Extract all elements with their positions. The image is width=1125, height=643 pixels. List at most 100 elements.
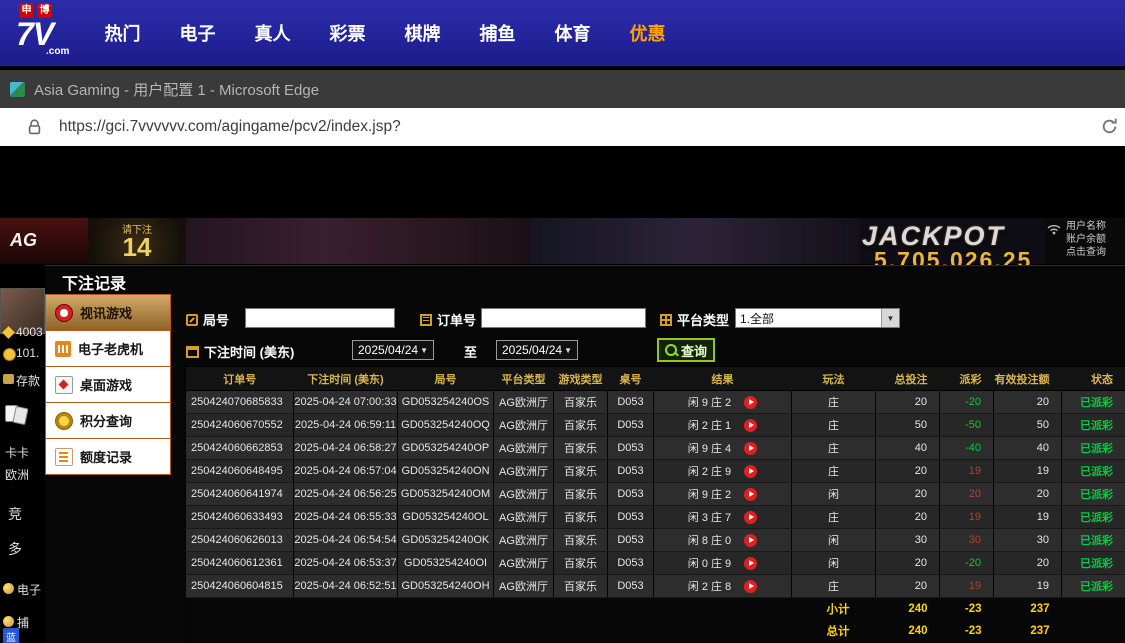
cell-status: 已派彩 (1061, 413, 1125, 437)
cell-total-bet: 20 (875, 459, 940, 483)
replay-button[interactable] (744, 464, 758, 478)
subtotal-valid-bet: 237 (993, 597, 1062, 620)
table-games-icon (55, 375, 73, 394)
table-row: 250424060662853 2025-04-24 06:58:27 GD05… (185, 436, 1125, 460)
column-header: 有效投注额 (993, 366, 1062, 391)
site-logo[interactable]: 申 博 7V .com (16, 3, 88, 63)
nav-item-7[interactable]: 优惠 (610, 20, 685, 46)
cell-valid-bet: 20 (993, 482, 1062, 506)
nav-item-4[interactable]: 棋牌 (385, 20, 460, 46)
result-text: 闲 8 庄 0 (687, 535, 732, 547)
date-to-value: 2025/04/24 (502, 343, 563, 357)
background-menu-fragment[interactable]: 蓝 (3, 628, 19, 643)
background-menu-fragment[interactable]: 电子 (17, 581, 41, 598)
cell-payout: -20 (939, 390, 994, 414)
browser-urlbar[interactable]: https://gci.7vvvvvv.com/agingame/pcv2/in… (0, 108, 1125, 146)
column-header: 平台类型 (493, 366, 554, 391)
cell-status: 已派彩 (1061, 551, 1125, 575)
nav-item-1[interactable]: 电子 (160, 20, 235, 46)
date-from-value: 2025/04/24 (358, 343, 419, 357)
nav-item-0[interactable]: 热门 (85, 20, 160, 46)
nav-item-2[interactable]: 真人 (235, 20, 310, 46)
order-id-label: 订单号 (420, 310, 476, 329)
cell-platform: AG欧洲厅 (493, 390, 554, 414)
background-menu-fragment[interactable]: 竞 (8, 504, 22, 524)
subtotal-label: 小计 (185, 597, 876, 620)
result-text: 闲 9 庄 4 (687, 443, 732, 455)
cell-table-id: D053 (607, 528, 654, 552)
cell-valid-bet: 20 (993, 551, 1062, 575)
replay-button[interactable] (744, 533, 758, 547)
cell-order-id: 250424070685833 (185, 390, 294, 414)
cell-round-id: GD053254240OK (397, 528, 494, 552)
cell-game-type: 百家乐 (553, 482, 608, 506)
magnifier-icon (664, 344, 677, 356)
result-text: 闲 2 庄 9 (687, 466, 732, 478)
replay-button[interactable] (744, 487, 758, 501)
background-menu-fragment[interactable]: 卡卡 (5, 444, 29, 461)
order-id-input[interactable] (481, 308, 646, 328)
cell-result: 闲 9 庄 4 (653, 436, 792, 460)
cell-payout: 30 (939, 528, 994, 552)
cell-play: 庄 (791, 505, 876, 529)
replay-button[interactable] (744, 418, 758, 432)
sidebar-item[interactable]: 积分查询 (46, 403, 170, 439)
table-row: 250424060670552 2025-04-24 06:59:11 GD05… (185, 413, 1125, 437)
cell-order-id: 250424060648495 (185, 459, 294, 483)
background-menu-fragment[interactable]: 多 (8, 539, 22, 559)
sidebar-item[interactable]: 额度记录 (46, 439, 170, 475)
platform-type-select[interactable]: 1.全部 ▼ (735, 308, 900, 328)
user-info: 用户名称 账户余额 点击查询 (1066, 220, 1125, 259)
cell-play: 庄 (791, 413, 876, 437)
ag-logo-panel: AG (0, 218, 88, 264)
cell-bet-time: 2025-04-24 06:56:25 (293, 482, 398, 506)
cell-table-id: D053 (607, 574, 654, 598)
sidebar-item[interactable]: 视讯游戏 (46, 295, 170, 331)
cell-game-type: 百家乐 (553, 436, 608, 460)
modal-sidebar: 视讯游戏 电子老虎机 桌面游戏 积分查询 额度记录 (45, 294, 171, 475)
points-search-icon (55, 411, 73, 430)
cell-order-id: 250424060604815 (185, 574, 294, 598)
game-banner: AG 请下注 14 JACKPOT 5,705,026.25 用户名称 账户余额… (0, 218, 1125, 273)
result-text: 闲 3 庄 7 (687, 512, 732, 524)
date-to-picker[interactable]: 2025/04/24 ▼ (496, 340, 578, 360)
cell-play: 闲 (791, 482, 876, 506)
lock-icon[interactable] (28, 119, 41, 135)
column-header: 游戏类型 (553, 366, 608, 391)
nav-item-6[interactable]: 体育 (535, 20, 610, 46)
cell-status: 已派彩 (1061, 390, 1125, 414)
table-row: 250424060604815 2025-04-24 06:52:51 GD05… (185, 574, 1125, 598)
cell-valid-bet: 40 (993, 436, 1062, 460)
background-menu-fragment[interactable]: 欧洲 (5, 466, 29, 483)
replay-button[interactable] (744, 579, 758, 593)
cell-bet-time: 2025-04-24 06:54:54 (293, 528, 398, 552)
replay-button[interactable] (744, 395, 758, 409)
sidebar-item[interactable]: 电子老虎机 (46, 331, 170, 367)
cell-play: 闲 (791, 528, 876, 552)
nav-item-5[interactable]: 捕鱼 (460, 20, 535, 46)
nav-item-3[interactable]: 彩票 (310, 20, 385, 46)
cell-play: 庄 (791, 574, 876, 598)
cell-valid-bet: 50 (993, 413, 1062, 437)
background-menu-fragment[interactable]: 存款 (16, 372, 40, 389)
cell-platform: AG欧洲厅 (493, 528, 554, 552)
column-header: 派彩 (939, 366, 994, 391)
cell-game-type: 百家乐 (553, 551, 608, 575)
cell-status: 已派彩 (1061, 528, 1125, 552)
subtotal-total-bet: 240 (875, 597, 940, 620)
round-id-input[interactable] (245, 308, 395, 328)
refresh-icon[interactable] (1100, 117, 1119, 141)
sidebar-item[interactable]: 桌面游戏 (46, 367, 170, 403)
replay-button[interactable] (744, 556, 758, 570)
cell-round-id: GD053254240OQ (397, 413, 494, 437)
countdown-value: 14 (122, 232, 152, 262)
replay-button[interactable] (744, 510, 758, 524)
cell-table-id: D053 (607, 413, 654, 437)
search-button[interactable]: 查询 (657, 338, 715, 362)
cell-bet-time: 2025-04-24 06:58:27 (293, 436, 398, 460)
url-text[interactable]: https://gci.7vvvvvv.com/agingame/pcv2/in… (59, 118, 401, 136)
date-from-picker[interactable]: 2025/04/24 ▼ (352, 340, 434, 360)
cell-status: 已派彩 (1061, 459, 1125, 483)
chip-icon (3, 583, 14, 594)
replay-button[interactable] (744, 441, 758, 455)
